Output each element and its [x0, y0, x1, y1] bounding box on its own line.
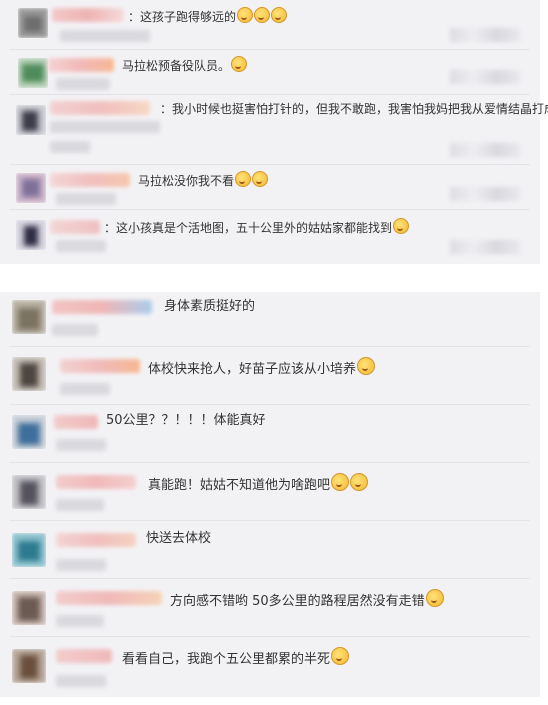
avatar[interactable] — [16, 220, 46, 250]
comment-row: 看看自己，我跑个五公里都累的半死 — [0, 637, 540, 697]
laughing-emoji-icon — [393, 218, 410, 234]
comment-row: 真能跑！姑姑不知道他为啥跑吧 — [0, 463, 540, 521]
blurred-content — [56, 240, 106, 252]
user-name[interactable] — [56, 649, 112, 663]
comment-meta — [450, 28, 520, 42]
comment-row: ：这小孩真是个活地图，五十公里外的姑姑家都能找到 — [0, 210, 540, 264]
comment-text: 真能跑！姑姑不知道他为啥跑吧 — [148, 473, 369, 494]
comment-text: ：这孩子跑得够远的 — [128, 7, 288, 25]
avatar[interactable] — [12, 415, 46, 449]
user-name[interactable] — [50, 173, 130, 187]
avatar[interactable] — [12, 533, 46, 567]
blurred-content — [50, 121, 160, 133]
comment-row: 马拉松预备役队员。 — [0, 50, 540, 95]
avatar[interactable] — [18, 58, 48, 88]
comment-text: 方向感不错哟 50多公里的路程居然没有走错 — [170, 589, 444, 610]
avatar[interactable] — [16, 105, 46, 135]
user-name[interactable] — [56, 475, 136, 489]
comment-row: 体校快来抢人，好苗子应该从小培养 — [0, 347, 540, 405]
user-name[interactable] — [54, 415, 98, 429]
comment-text-content: ：我小时候也挺害怕打针的，但我不敢跑，我害怕我妈把我从爱情结晶打成爱 — [160, 102, 548, 116]
avatar[interactable] — [12, 475, 46, 509]
comment-meta — [450, 143, 520, 157]
user-name[interactable] — [56, 533, 136, 547]
user-name[interactable] — [48, 58, 114, 72]
avatar[interactable] — [16, 173, 46, 203]
comment-text-content: 马拉松预备役队员。 — [122, 59, 231, 73]
avatar[interactable] — [12, 649, 46, 683]
comment-text-content: 50公里？？！！！体能真好 — [106, 413, 266, 428]
comment-row: ：我小时候也挺害怕打针的，但我不敢跑，我害怕我妈把我从爱情结晶打成爱 — [0, 95, 548, 165]
comment-text-content: 快送去体校 — [146, 531, 212, 546]
comment-text: 身体素质挺好的 — [164, 299, 255, 315]
laughing-emoji-icon — [331, 647, 350, 665]
comment-text-content: 身体素质挺好的 — [164, 299, 256, 314]
comment-text: ：这小孩真是个活地图，五十公里外的姑姑家都能找到 — [104, 218, 410, 236]
blurred-content — [56, 78, 110, 90]
blurred-content — [60, 30, 150, 42]
user-name[interactable] — [56, 591, 162, 605]
user-name[interactable] — [60, 359, 140, 373]
blurred-content — [50, 141, 90, 153]
user-name[interactable] — [50, 101, 150, 115]
comment-text-content: 马拉松没你我不看 — [138, 174, 235, 188]
blurred-content — [60, 383, 110, 395]
laughing-emoji-icon — [254, 7, 271, 23]
laughing-emoji-icon — [252, 171, 269, 187]
laughing-emoji-icon — [357, 357, 376, 375]
laughing-emoji-icon — [271, 7, 288, 23]
blurred-content — [56, 615, 104, 627]
comment-text: 马拉松预备役队员。 — [122, 56, 248, 74]
avatar[interactable] — [18, 8, 48, 38]
laughing-emoji-icon — [331, 473, 350, 491]
comment-row: 50公里？？！！！体能真好 — [0, 405, 540, 463]
comment-text-content: ：这小孩真是个活地图，五十公里外的姑姑家都能找到 — [104, 221, 393, 235]
comment-text: 看看自己，我跑个五公里都累的半死 — [122, 647, 350, 668]
comment-text: 快送去体校 — [146, 531, 211, 547]
avatar[interactable] — [12, 357, 46, 391]
comment-text: ：我小时候也挺害怕打针的，但我不敢跑，我害怕我妈把我从爱情结晶打成爱 — [160, 101, 548, 117]
blurred-content — [56, 499, 104, 511]
comment-text: 50公里？？！！！体能真好 — [106, 413, 266, 429]
comment-text: 体校快来抢人，好苗子应该从小培养 — [148, 357, 376, 378]
comment-meta — [450, 187, 520, 201]
comment-panel-top: ：这孩子跑得够远的 马拉松预备役队员。 ：我小时候也挺害怕打针的，但我不敢跑，我… — [0, 0, 548, 264]
user-name[interactable] — [52, 300, 152, 314]
laughing-emoji-icon — [235, 171, 252, 187]
avatar[interactable] — [12, 300, 46, 334]
comment-panel-bottom: 身体素质挺好的 体校快来抢人，好苗子应该从小培养 50公里？？！！！体能真好 真… — [0, 292, 540, 697]
comment-text-content: 体校快来抢人，好苗子应该从小培养 — [148, 362, 357, 377]
blurred-content — [56, 559, 106, 571]
comment-text-content: 看看自己，我跑个五公里都累的半死 — [122, 652, 331, 667]
comment-row: 身体素质挺好的 — [0, 292, 540, 347]
laughing-emoji-icon — [231, 56, 248, 72]
blurred-content — [52, 324, 98, 336]
comment-meta — [450, 240, 520, 254]
blurred-content — [56, 439, 106, 451]
blurred-content — [56, 193, 116, 205]
comment-row: 马拉松没你我不看 — [0, 165, 540, 210]
comment-row: 快送去体校 — [0, 521, 540, 579]
comment-text: 马拉松没你我不看 — [138, 171, 269, 189]
comment-text-content: 方向感不错哟 50多公里的路程居然没有走错 — [170, 594, 425, 609]
user-name[interactable] — [52, 8, 124, 22]
avatar[interactable] — [12, 591, 46, 625]
user-name[interactable] — [50, 220, 100, 234]
comment-row: ：这孩子跑得够远的 — [0, 0, 540, 50]
comment-row: 方向感不错哟 50多公里的路程居然没有走错 — [0, 579, 540, 637]
laughing-emoji-icon — [237, 7, 254, 23]
comment-text-content: 真能跑！姑姑不知道他为啥跑吧 — [148, 478, 331, 493]
laughing-emoji-icon — [350, 473, 369, 491]
blurred-content — [56, 675, 106, 687]
comment-meta — [450, 70, 520, 84]
laughing-emoji-icon — [425, 589, 444, 607]
comment-text-content: ：这孩子跑得够远的 — [128, 10, 237, 24]
